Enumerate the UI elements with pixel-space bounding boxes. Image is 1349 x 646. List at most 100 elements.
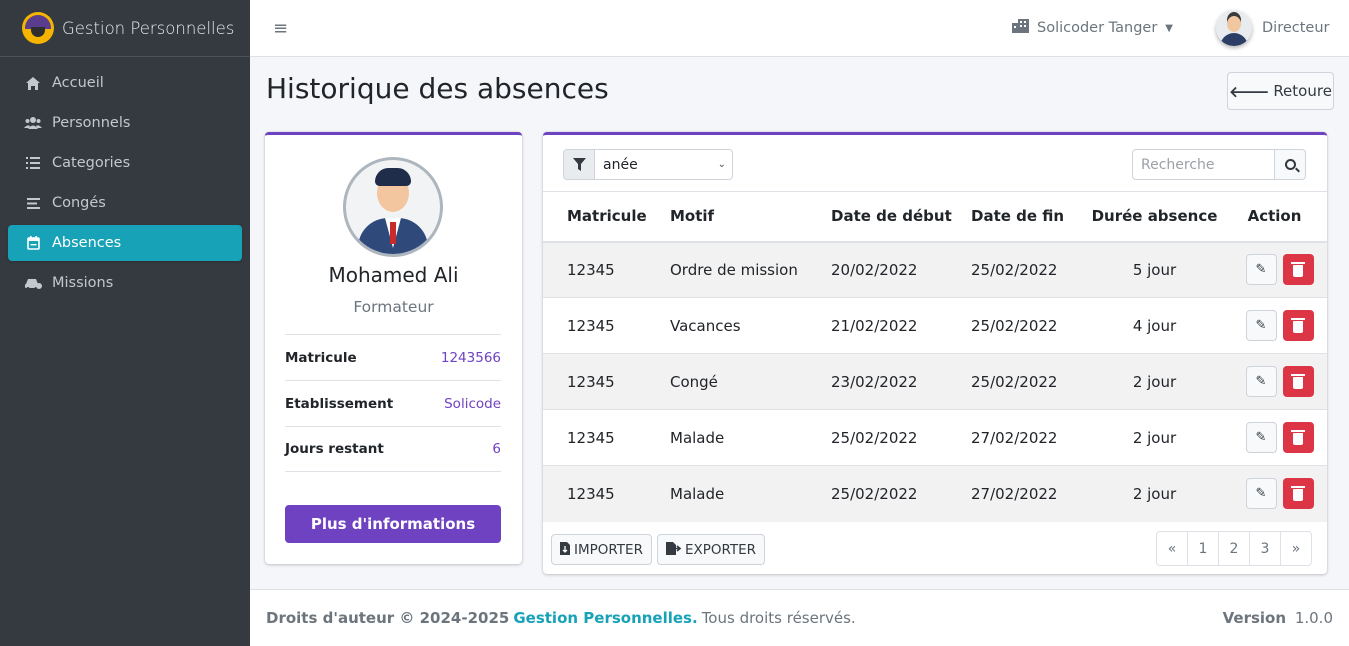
filter-icon (563, 149, 595, 180)
col-action: Action (1247, 207, 1302, 226)
home-icon (23, 76, 43, 91)
sidebar-item-label: Congés (52, 195, 106, 211)
sidebar-item-label: Categories (52, 155, 131, 171)
sidebar-item-personnels[interactable]: Personnels (8, 105, 242, 141)
cell-actions: ✎ (1222, 242, 1327, 298)
page-3[interactable]: 3 (1249, 531, 1281, 566)
page-next[interactable]: » (1280, 531, 1312, 566)
delete-button[interactable] (1282, 422, 1314, 453)
cell-date-debut: 23/02/2022 (831, 372, 918, 391)
menu-toggle-icon[interactable]: ≡ (273, 18, 288, 39)
export-button[interactable]: EXPORTER (656, 534, 766, 565)
users-icon (23, 116, 43, 130)
info-label: Etablissement (285, 395, 394, 412)
cell-motif: Malade (670, 428, 725, 447)
trash-icon (1291, 485, 1305, 501)
info-row-jours-restant: Jours restant 6 (285, 426, 501, 472)
col-matricule: Matricule (567, 207, 647, 226)
cell-matricule: 12345 (567, 316, 615, 335)
year-select-value: anée (603, 156, 638, 173)
cell-motif: Congé (670, 372, 718, 391)
edit-button[interactable]: ✎ (1245, 366, 1277, 397)
edit-button[interactable]: ✎ (1245, 310, 1277, 341)
cell-date-fin: 25/02/2022 (971, 372, 1058, 391)
cell-date-debut: 25/02/2022 (831, 428, 918, 447)
export-label: EXPORTER (684, 541, 757, 558)
cell-matricule: 12345 (567, 428, 615, 447)
brand-logo (22, 12, 54, 44)
col-duree: Durée absence (1091, 207, 1218, 226)
version-label: Version (1222, 609, 1287, 627)
profile-info-list: Matricule 1243566 Etablissement Solicode… (285, 334, 501, 472)
cell-duree: 5 jour (1132, 260, 1177, 279)
sidebar-item-label: Accueil (52, 75, 104, 91)
page-2[interactable]: 2 (1218, 531, 1250, 566)
company-dropdown[interactable]: Solicoder Tanger ▼ (1012, 19, 1173, 37)
col-motif: Motif (670, 207, 715, 226)
brand[interactable]: Gestion Personnelles (0, 0, 250, 57)
car-icon (23, 276, 43, 290)
edit-icon: ✎ (1255, 262, 1267, 278)
more-info-button[interactable]: Plus d'informations (285, 505, 501, 543)
cell-date-fin: 25/02/2022 (971, 316, 1058, 335)
import-export-group: IMPORTER EXPORTER (551, 534, 766, 565)
back-button-label: Retoure (1273, 82, 1332, 100)
table-row: 12345 Malade 25/02/2022 27/02/2022 2 jou… (543, 465, 1327, 522)
info-row-matricule: Matricule 1243566 (285, 334, 501, 380)
cell-date-debut: 21/02/2022 (831, 316, 918, 335)
import-label: IMPORTER (574, 541, 643, 558)
cell-date-fin: 25/02/2022 (971, 260, 1058, 279)
arrow-left-icon: 🡐 (1229, 82, 1270, 101)
brand-name: Gestion Personnelles (62, 18, 235, 38)
cell-duree: 2 jour (1132, 372, 1177, 391)
bars-icon (23, 197, 43, 209)
user-name: Directeur (1262, 20, 1330, 36)
footer-copyright: Droits d'auteur © 2024-2025 (266, 609, 510, 627)
file-export-icon (665, 541, 682, 558)
delete-button[interactable] (1282, 310, 1314, 341)
footer-brand-link[interactable]: Gestion Personnelles. (513, 609, 697, 627)
info-label: Matricule (285, 349, 357, 366)
year-select[interactable]: anée ⌄ (595, 149, 733, 180)
footer: Droits d'auteur © 2024-2025 Gestion Pers… (250, 589, 1349, 646)
sidebar-item-label: Absences (52, 235, 122, 251)
cell-actions: ✎ (1222, 466, 1327, 522)
edit-button[interactable]: ✎ (1245, 254, 1277, 286)
page-1[interactable]: 1 (1187, 531, 1219, 566)
profile-card: Mohamed Ali Formateur Matricule 1243566 … (265, 132, 522, 564)
page-prev[interactable]: « (1156, 531, 1188, 566)
delete-button[interactable] (1282, 478, 1314, 510)
sidebar: Gestion Personnelles Accueil Personnels … (0, 0, 250, 646)
search-button[interactable] (1275, 149, 1306, 180)
edit-button[interactable]: ✎ (1245, 422, 1277, 453)
page-title: Historique des absences (266, 72, 609, 105)
search-input[interactable] (1132, 149, 1275, 180)
sidebar-item-conges[interactable]: Congés (8, 185, 242, 221)
back-button[interactable]: 🡐 Retoure (1227, 72, 1334, 110)
col-date-fin: Date de fin (971, 207, 1065, 226)
user-menu[interactable]: Directeur (1216, 10, 1330, 46)
sidebar-item-absences[interactable]: Absences (8, 225, 242, 261)
sidebar-item-missions[interactable]: Missions (8, 265, 242, 301)
user-avatar (1216, 10, 1252, 46)
col-date-debut: Date de début (831, 207, 952, 226)
version-number: 1.0.0 (1294, 609, 1333, 627)
cell-matricule: 12345 (567, 372, 615, 391)
sidebar-item-categories[interactable]: Categories (8, 145, 242, 181)
profile-avatar (343, 157, 443, 257)
sidebar-item-accueil[interactable]: Accueil (8, 65, 242, 101)
topbar: ≡ Solicoder Tanger ▼ Directeur (250, 0, 1349, 57)
search-group (1132, 149, 1306, 180)
import-button[interactable]: IMPORTER (551, 534, 652, 565)
list-icon (23, 157, 43, 169)
table-row: 12345 Ordre de mission 20/02/2022 25/02/… (543, 241, 1327, 298)
trash-icon (1291, 317, 1305, 333)
delete-button[interactable] (1282, 366, 1314, 397)
info-row-etablissement: Etablissement Solicode (285, 380, 501, 426)
edit-icon: ✎ (1255, 486, 1267, 502)
table-row: 12345 Vacances 21/02/2022 25/02/2022 4 j… (543, 297, 1327, 354)
cell-duree: 2 jour (1132, 428, 1177, 447)
cell-date-debut: 20/02/2022 (831, 260, 918, 279)
delete-button[interactable] (1282, 254, 1314, 286)
edit-button[interactable]: ✎ (1245, 478, 1277, 510)
